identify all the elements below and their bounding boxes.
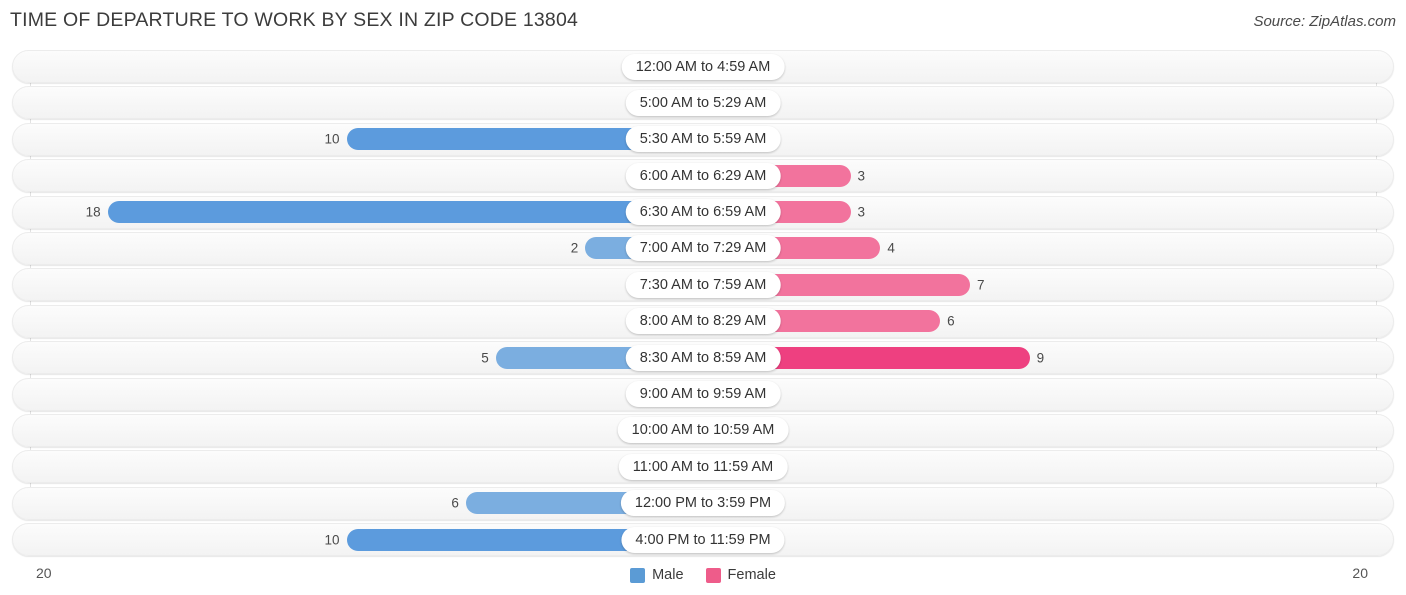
table-row: 6012:00 PM to 3:59 PM	[12, 486, 1394, 520]
value-label-male: 18	[85, 204, 101, 220]
value-label-female: 6	[947, 313, 955, 329]
category-label: 10:00 AM to 10:59 AM	[617, 417, 789, 444]
table-row: 5 9 8:30 AM to 8:59 AM	[12, 341, 1394, 375]
legend-item-male[interactable]: Male	[630, 567, 684, 583]
value-label-female: 9	[1036, 350, 1045, 366]
category-label: 5:30 AM to 5:59 AM	[625, 126, 781, 153]
category-label: 6:00 AM to 6:29 AM	[625, 162, 781, 189]
value-label-male: 2	[570, 240, 579, 256]
table-row: 009:00 AM to 9:59 AM	[12, 377, 1394, 411]
legend-label-male: Male	[652, 567, 684, 583]
table-row: 0012:00 AM to 4:59 AM	[12, 50, 1394, 83]
value-label-female: 3	[857, 168, 866, 184]
legend-item-female[interactable]: Female	[705, 567, 776, 583]
value-label-female: 3	[857, 204, 866, 220]
legend-label-female: Female	[727, 567, 776, 583]
table-row: 18 3 6:30 AM to 6:59 AM	[12, 195, 1394, 229]
value-label-male: 10	[324, 532, 340, 548]
table-row: 005:00 AM to 5:29 AM	[12, 86, 1394, 120]
category-label: 7:30 AM to 7:59 AM	[625, 271, 781, 298]
table-row: 0011:00 AM to 11:59 AM	[12, 450, 1394, 484]
value-label-male: 5	[481, 350, 489, 366]
table-row: 077:30 AM to 7:59 AM	[12, 268, 1394, 302]
table-row: 0010:00 AM to 10:59 AM	[12, 413, 1394, 447]
table-row: 1004:00 PM to 11:59 PM	[12, 523, 1394, 557]
chart-rows: 0012:00 AM to 4:59 AM005:00 AM to 5:29 A…	[0, 50, 1406, 557]
category-label: 7:00 AM to 7:29 AM	[625, 235, 781, 262]
legend-swatch-female	[705, 567, 721, 583]
category-label: 9:00 AM to 9:59 AM	[625, 381, 781, 408]
page-title: TIME OF DEPARTURE TO WORK BY SEX IN ZIP …	[10, 9, 579, 31]
value-label-female: 4	[887, 240, 895, 256]
category-label: 6:30 AM to 6:59 AM	[625, 199, 781, 226]
value-label-female: 7	[976, 277, 985, 293]
value-label-male: 10	[324, 131, 340, 147]
category-label: 11:00 AM to 11:59 AM	[618, 453, 788, 480]
value-label-male: 6	[451, 495, 459, 511]
category-label: 12:00 AM to 4:59 AM	[621, 53, 785, 80]
chart-legend: Male Female	[0, 567, 1406, 583]
table-row: 1005:30 AM to 5:59 AM	[12, 122, 1394, 156]
table-row: 036:00 AM to 6:29 AM	[12, 159, 1394, 193]
source-attribution: Source: ZipAtlas.com	[1253, 13, 1396, 30]
table-row: 068:00 AM to 8:29 AM	[12, 304, 1394, 338]
category-label: 8:30 AM to 8:59 AM	[625, 344, 781, 371]
legend-swatch-male	[630, 567, 646, 583]
category-label: 12:00 PM to 3:59 PM	[620, 490, 786, 517]
category-label: 8:00 AM to 8:29 AM	[625, 308, 781, 335]
category-label: 4:00 PM to 11:59 PM	[621, 526, 785, 553]
chart-plot-area: 0012:00 AM to 4:59 AM005:00 AM to 5:29 A…	[0, 50, 1406, 557]
chart-page: TIME OF DEPARTURE TO WORK BY SEX IN ZIP …	[0, 0, 1406, 595]
table-row: 2 4 7:00 AM to 7:29 AM	[12, 231, 1394, 265]
bar-male[interactable]	[107, 201, 703, 224]
category-label: 5:00 AM to 5:29 AM	[625, 89, 781, 116]
